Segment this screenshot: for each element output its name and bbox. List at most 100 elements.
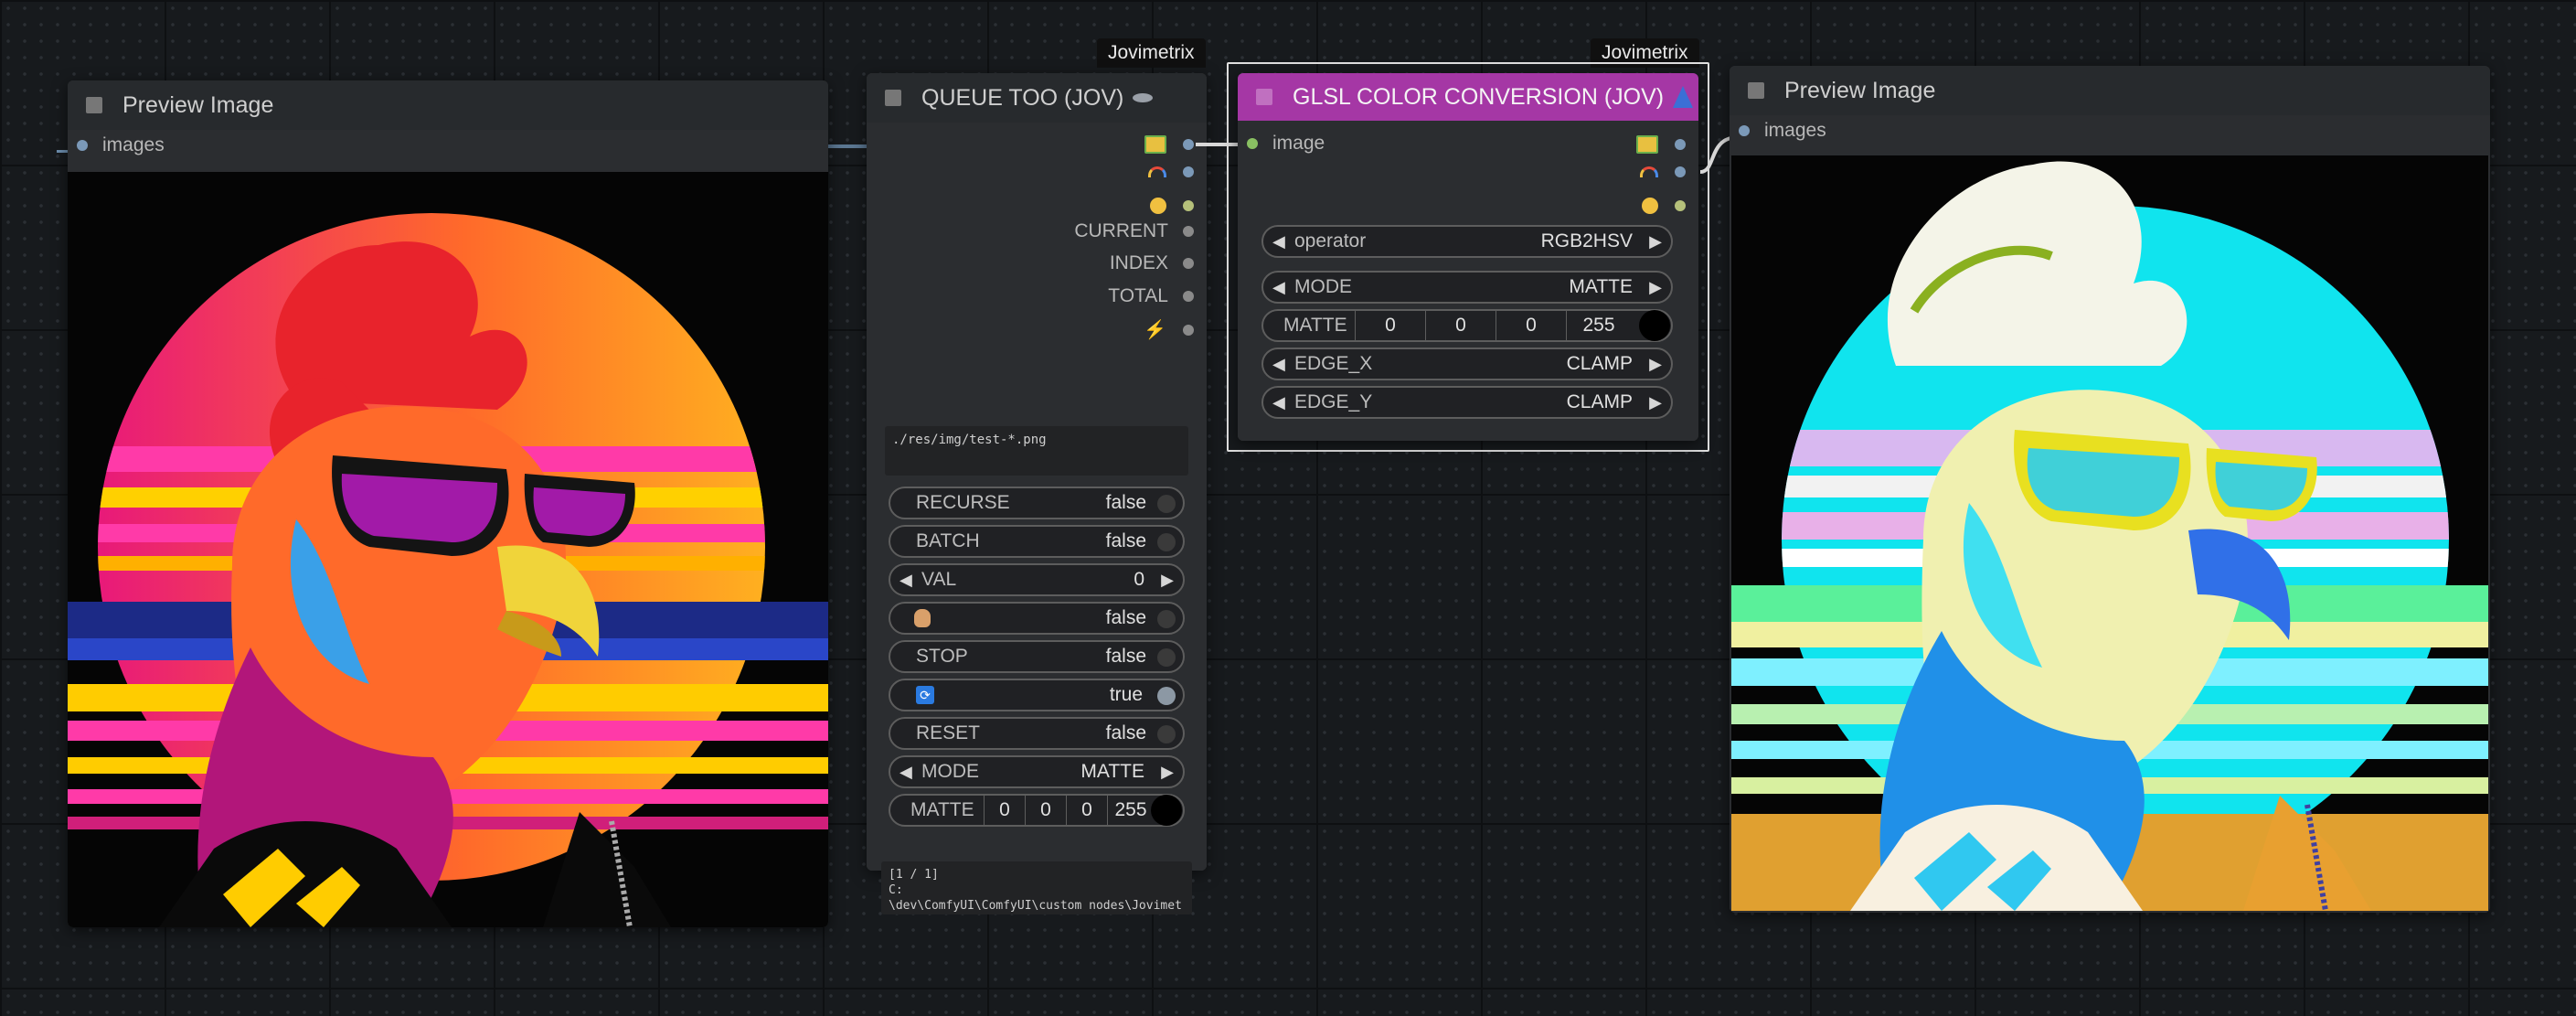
recurse-toggle[interactable]: RECURSE false	[889, 487, 1185, 519]
queue-too-node[interactable]: QUEUE TOO (JOV) CURRENT INDEX TOTAL ⚡ ./…	[867, 73, 1207, 914]
edge-x-combo[interactable]: ◀ EDGE_X CLAMP ▶	[1261, 348, 1673, 380]
wizard-icon	[1673, 86, 1694, 108]
output-slot-image[interactable]	[1144, 135, 1194, 154]
output-dot[interactable]	[1675, 166, 1686, 177]
output-dot[interactable]	[1183, 258, 1194, 269]
output-slot-mask[interactable]	[1148, 166, 1194, 177]
prev-arrow[interactable]: ◀	[1272, 232, 1285, 251]
color-swatch[interactable]	[1151, 795, 1182, 826]
node-title-bar[interactable]: QUEUE TOO (JOV)	[867, 73, 1207, 123]
matte-b[interactable]: 0	[1066, 796, 1107, 825]
output-dot[interactable]	[1183, 324, 1194, 336]
mode-combo[interactable]: ◀ MODE MATTE ▶	[889, 755, 1185, 788]
matte-g[interactable]: 0	[1425, 311, 1496, 340]
matte-color-widget[interactable]: MATTE 0 0 0 255	[1261, 309, 1673, 342]
matte-color-widget[interactable]: MATTE 0 0 0 255	[889, 794, 1185, 827]
output-dot[interactable]	[1675, 200, 1686, 211]
next-arrow[interactable]: ▶	[1649, 278, 1662, 297]
output-slot-trigger[interactable]: ⚡	[1144, 318, 1194, 341]
toggle-knob	[1157, 533, 1176, 551]
matte-a[interactable]: 255	[1566, 311, 1631, 340]
output-label: TOTAL	[1108, 285, 1168, 306]
reset-toggle[interactable]: RESET false	[889, 717, 1185, 750]
matte-r[interactable]: 0	[984, 796, 1025, 825]
next-arrow[interactable]: ▶	[1649, 393, 1662, 412]
output-label: INDEX	[1109, 252, 1168, 273]
toggle-knob	[1157, 725, 1176, 743]
preview-image	[1731, 155, 2488, 911]
matte-a[interactable]: 255	[1107, 796, 1154, 825]
preview-image-node-right[interactable]: Preview Image images	[1730, 66, 2490, 913]
status-textarea: [1 / 1] C: \dev\ComfyUI\ComfyUI\custom n…	[881, 861, 1192, 914]
node-body: CURRENT INDEX TOTAL ⚡ ./res/img/test-*.p…	[867, 123, 1207, 914]
output-slot-image[interactable]	[1636, 135, 1686, 154]
matte-label: MATTE	[910, 799, 974, 820]
collapse-toggle[interactable]	[885, 90, 901, 106]
output-dot[interactable]	[1675, 139, 1686, 150]
input-slot-image[interactable]: image	[1247, 130, 1325, 157]
batch-toggle[interactable]: BATCH false	[889, 525, 1185, 558]
output-slot-mask[interactable]	[1642, 198, 1686, 214]
increment-arrow[interactable]: ▶	[1161, 571, 1174, 590]
prev-arrow[interactable]: ◀	[899, 763, 912, 782]
node-title: Preview Image	[122, 91, 274, 118]
input-dot[interactable]	[1247, 138, 1258, 149]
node-title-bar[interactable]: Preview Image	[68, 80, 828, 130]
output-dot[interactable]	[1183, 291, 1194, 302]
val-number[interactable]: ◀ VAL 0 ▶	[889, 563, 1185, 596]
prev-arrow[interactable]: ◀	[1272, 355, 1285, 374]
matte-g[interactable]: 0	[1025, 796, 1066, 825]
wire-left-stub	[828, 144, 867, 148]
lightning-icon: ⚡	[1144, 320, 1166, 340]
path-textarea[interactable]: ./res/img/test-*.png	[885, 426, 1188, 476]
next-arrow[interactable]: ▶	[1649, 232, 1662, 251]
next-arrow[interactable]: ▶	[1649, 355, 1662, 374]
collapse-toggle[interactable]	[1256, 89, 1272, 105]
toggle-knob	[1157, 648, 1176, 667]
output-dot[interactable]	[1183, 200, 1194, 211]
node-title-bar[interactable]: GLSL COLOR CONVERSION (JOV)	[1238, 73, 1698, 121]
mode-combo[interactable]: ◀ MODE MATTE ▶	[1261, 271, 1673, 304]
image-icon	[1144, 135, 1166, 154]
collapse-toggle[interactable]	[86, 97, 102, 113]
output-dot[interactable]	[1183, 139, 1194, 150]
input-slot-images[interactable]: images	[1739, 117, 1826, 144]
node-body: images	[1730, 115, 2490, 913]
toggle-knob	[1157, 610, 1176, 628]
collapse-toggle[interactable]	[1748, 82, 1764, 99]
output-slot-current[interactable]: CURRENT	[1074, 218, 1194, 245]
output-slot-rgb[interactable]	[1640, 166, 1686, 177]
preview-image	[68, 172, 828, 927]
decrement-arrow[interactable]: ◀	[899, 571, 912, 590]
input-dot[interactable]	[77, 140, 88, 151]
preview-image-node-left[interactable]: Preview Image images	[68, 80, 828, 927]
loop-icon: ⟳	[916, 686, 934, 704]
prev-arrow[interactable]: ◀	[1272, 393, 1285, 412]
hold-toggle[interactable]: false	[889, 602, 1185, 635]
input-label: image	[1272, 133, 1325, 154]
matte-b[interactable]: 0	[1496, 311, 1566, 340]
mask-face-icon	[1150, 198, 1166, 214]
toggle-knob	[1157, 495, 1176, 513]
prev-arrow[interactable]: ◀	[1272, 278, 1285, 297]
operator-combo[interactable]: ◀ operator RGB2HSV ▶	[1261, 225, 1673, 258]
next-arrow[interactable]: ▶	[1161, 763, 1174, 782]
output-dot[interactable]	[1183, 226, 1194, 237]
matte-r[interactable]: 0	[1355, 311, 1425, 340]
node-title: QUEUE TOO (JOV)	[921, 84, 1124, 111]
input-dot[interactable]	[1739, 125, 1750, 136]
node-title: GLSL COLOR CONVERSION (JOV)	[1293, 83, 1665, 110]
output-dot[interactable]	[1183, 166, 1194, 177]
color-swatch[interactable]	[1639, 310, 1670, 341]
edge-y-combo[interactable]: ◀ EDGE_Y CLAMP ▶	[1261, 386, 1673, 419]
rainbow-icon	[1640, 166, 1658, 177]
input-label: images	[1764, 120, 1826, 141]
stop-toggle[interactable]: STOP false	[889, 640, 1185, 673]
output-slot-index[interactable]: INDEX	[1110, 250, 1194, 277]
input-slot-images[interactable]: images	[77, 132, 165, 159]
output-slot-mask2[interactable]	[1150, 198, 1194, 214]
loop-toggle[interactable]: ⟳ true	[889, 679, 1185, 711]
node-title-bar[interactable]: Preview Image	[1730, 66, 2490, 115]
output-slot-total[interactable]: TOTAL	[1108, 283, 1194, 310]
glsl-color-conversion-node[interactable]: GLSL COLOR CONVERSION (JOV) image ◀ oper…	[1238, 73, 1698, 441]
